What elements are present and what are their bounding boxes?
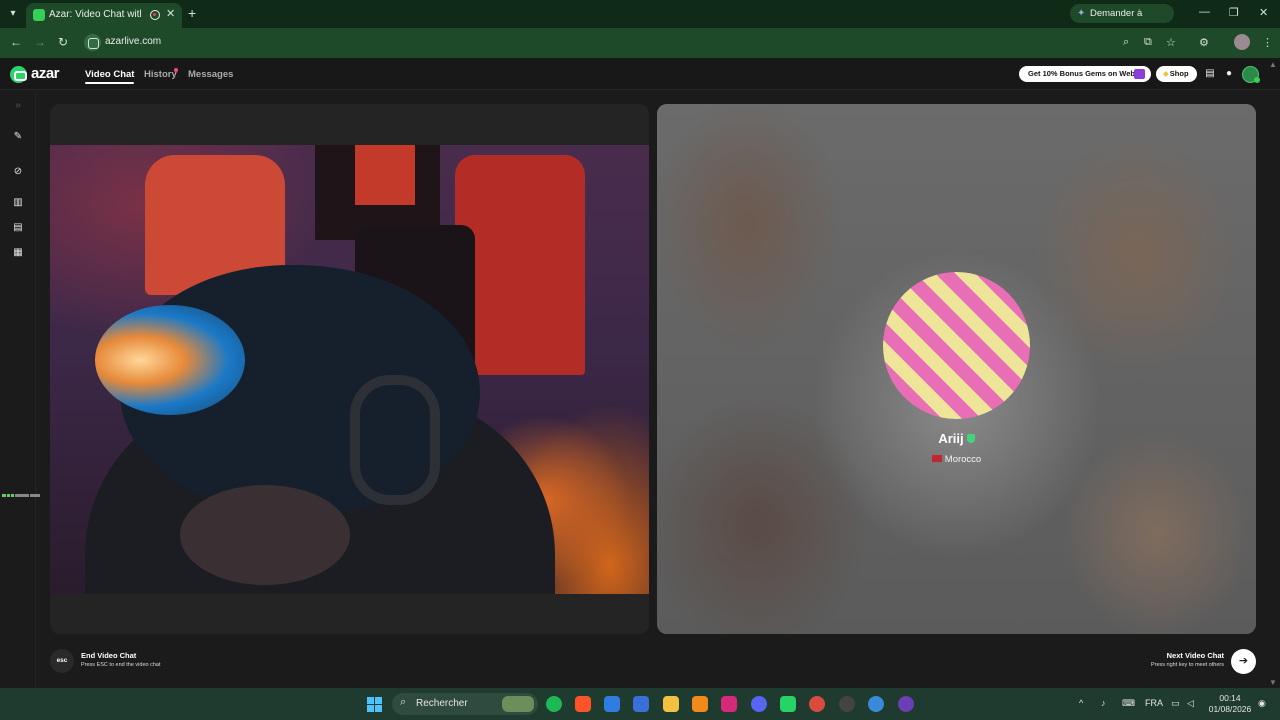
vlc-icon[interactable] [692,696,708,712]
tray-overflow-icon[interactable]: ^ [1079,698,1083,708]
tab-title: Azar: Video Chat with New [49,9,141,20]
browser-menu-icon[interactable]: ⋮ [1262,36,1273,49]
minimize-icon[interactable]: — [1199,6,1210,18]
browser-tabstrip: ▾ Azar: Video Chat with New ✕ + ✦ Demand… [0,0,1280,38]
chrome-profile-icon[interactable] [868,696,884,712]
end-video-chat-title: End Video Chat [81,651,137,660]
my-profile-avatar[interactable] [1242,66,1260,83]
expand-sidebar-icon[interactable]: » [11,99,25,113]
camera-off-icon[interactable]: ⊘ [11,165,25,179]
peer-video-panel: Ariij Morocco [657,104,1256,634]
gift-icon [1134,69,1145,79]
browser-tab-azar[interactable]: Azar: Video Chat with New ✕ [26,3,182,28]
morocco-flag-icon [931,455,942,462]
notification-center-icon[interactable]: ◉ [1258,698,1266,709]
nav-video-chat[interactable]: Video Chat [85,69,135,84]
url-text: azarlive.com [105,36,162,47]
inbox-icon[interactable]: ▤ [1204,68,1216,80]
magic-wand-icon[interactable]: ✎ [11,130,25,144]
headphones [350,375,440,505]
window-close-icon[interactable]: ✕ [1259,6,1268,19]
gemini-button[interactable]: ✦ Demander à Gemini [1070,4,1174,38]
keyboard-icon[interactable]: ⌨ [1122,698,1135,709]
gemini-sparkle-icon: ✦ [1077,8,1086,19]
microphone-icon[interactable]: ♪ [1101,698,1106,708]
file-explorer-icon[interactable] [663,696,679,712]
my-video-panel [50,104,649,634]
shop-button[interactable]: ◆Shop [1156,66,1197,82]
layout-pip-icon[interactable]: ▦ [11,246,25,260]
back-icon[interactable]: ← [10,35,22,49]
my-camera-feed [50,145,649,594]
peer-country-text: Morocco [944,454,982,465]
recording-indicator-icon [150,10,160,20]
nav-history[interactable]: History [144,69,177,80]
peer-avatar [883,272,1030,419]
clock-time: 00:14 [1219,693,1241,703]
left-toolbar: » ✎ ⊘ ▥ ▤ ▦ [0,91,40,688]
zoom-icon[interactable]: ⌕ [1123,36,1129,49]
peer-name-text: Ariij [938,431,964,446]
clock-date: 01/08/2026 [1208,704,1252,714]
shop-label: Shop [1169,69,1189,78]
tab-search-dropdown-icon[interactable]: ▾ [4,5,22,23]
forward-icon[interactable]: → [34,35,46,49]
store-icon[interactable] [633,696,649,712]
taskbar-search[interactable]: ⌕ Rechercher [392,693,538,715]
search-highlight-image [502,696,534,712]
azar-logo-icon[interactable] [10,66,27,83]
bonus-gems-label: Get 10% Bonus Gems on Web! [1028,69,1138,78]
extensions-icon[interactable]: ⚙ [1199,36,1209,49]
peer-country: Morocco [657,454,1256,465]
cast-icon[interactable]: ⧉ [1144,36,1152,49]
bonus-gems-button[interactable]: Get 10% Bonus Gems on Web! [1019,66,1151,82]
clock[interactable]: 00:14 01/08/2026 [1208,693,1252,715]
notification-bell-icon[interactable]: ● [1223,68,1235,80]
windows-taskbar: ⌕ Rechercher ^ ♪ ⌨ FRA ▭ ◁ 00:14 01/08/2… [0,688,1280,720]
reload-icon[interactable]: ↻ [58,35,68,49]
azar-logo-text[interactable]: azar [31,65,60,82]
discord-icon[interactable] [751,696,767,712]
app-icon[interactable] [839,696,855,712]
volume-icon[interactable]: ◁ [1187,698,1194,709]
instagram-icon[interactable] [721,696,737,712]
language-indicator[interactable]: FRA [1145,698,1163,708]
defender-icon[interactable] [604,696,620,712]
end-video-chat-button[interactable]: esc [50,649,74,673]
bookmark-star-icon[interactable]: ☆ [1166,36,1176,49]
tab-close-icon[interactable]: ✕ [166,7,175,20]
layout-stacked-icon[interactable]: ▤ [11,221,25,235]
site-info-icon[interactable] [84,34,101,51]
windows-start-icon[interactable] [367,697,382,712]
audio-level-meter [2,484,44,497]
gem-icon: ◆ [1163,69,1169,78]
scrollbar-up-arrow-icon[interactable]: ▲ [1269,60,1277,69]
end-video-chat-hint: Press ESC to end the video chat [81,662,161,668]
next-video-chat-button[interactable]: ➔ [1231,649,1256,674]
brave-icon[interactable] [575,696,591,712]
taskbar-search-placeholder: Rechercher [416,698,468,709]
spotify-icon[interactable] [546,696,562,712]
whatsapp-icon[interactable] [780,696,796,712]
azar-favicon-icon [33,9,45,21]
scrollbar-down-arrow-icon[interactable]: ▼ [1269,678,1277,687]
browser-profile-avatar[interactable] [1234,34,1250,50]
restore-icon[interactable]: ❐ [1229,6,1239,19]
nav-messages[interactable]: Messages [188,69,233,80]
layout-side-by-side-icon[interactable]: ▥ [11,196,25,210]
next-video-chat-hint: Press right key to meet others [1150,662,1224,668]
verified-badge-icon [966,434,975,443]
ski-goggles [95,305,245,415]
network-icon[interactable]: ▭ [1171,698,1180,709]
chrome-icon[interactable] [809,696,825,712]
new-tab-button[interactable]: + [188,5,196,21]
search-icon: ⌕ [400,696,407,708]
person-face [180,485,350,585]
address-bar[interactable]: azarlive.com [80,31,1190,55]
history-notification-dot [174,68,178,72]
chrome-active-icon[interactable] [898,696,914,712]
peer-name: Ariij [657,431,1256,446]
next-video-chat-title: Next Video Chat [1166,651,1224,660]
browser-toolbar: ← → ↻ azarlive.com ⌕ ⧉ ☆ ⚙ ⋮ [0,28,1280,58]
